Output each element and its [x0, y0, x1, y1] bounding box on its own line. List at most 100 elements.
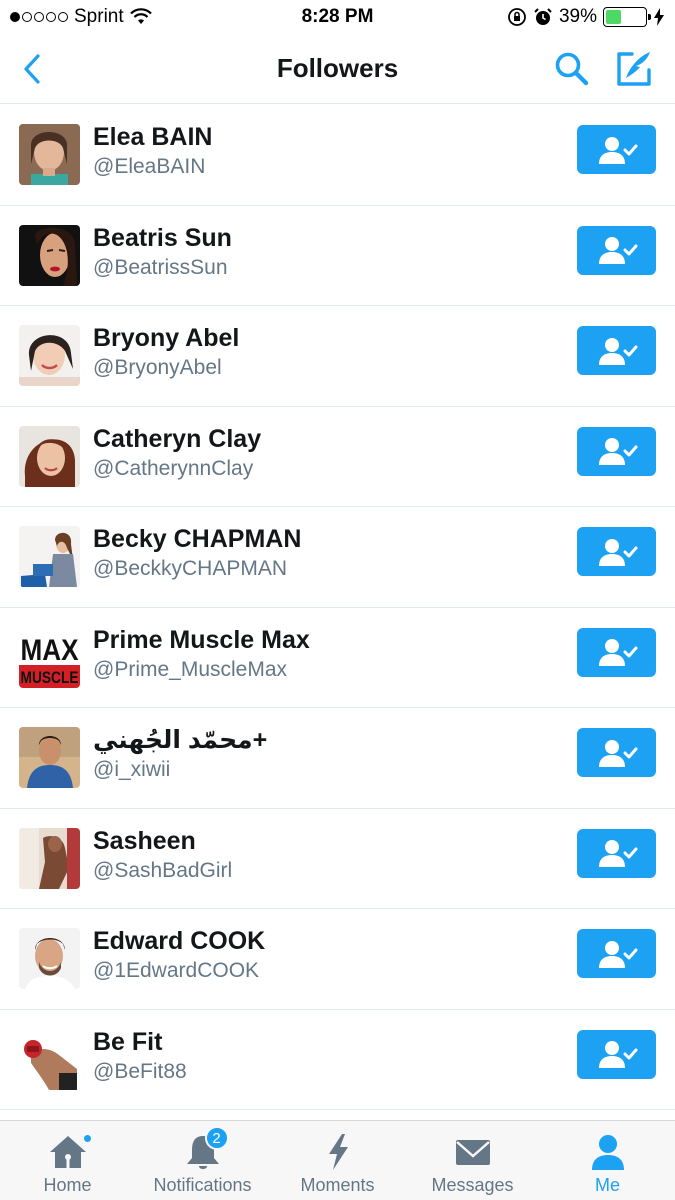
tab-notifications[interactable]: 2 Notifications [135, 1121, 270, 1200]
follower-row[interactable]: Bryony Abel @BryonyAbel [0, 306, 675, 407]
follower-handle[interactable]: @i_xiwii [93, 756, 267, 784]
user-check-icon [598, 438, 637, 465]
follower-names: Be Fit @BeFit88 [93, 1026, 187, 1086]
avatar[interactable] [19, 1028, 80, 1090]
avatar[interactable] [19, 425, 80, 487]
follower-handle[interactable]: @Prime_MuscleMax [93, 656, 310, 684]
search-button[interactable] [553, 50, 591, 88]
avatar[interactable] [19, 325, 80, 386]
person-icon [586, 1133, 630, 1171]
follower-row[interactable]: Beatris Sun @BeatrissSun [0, 206, 675, 306]
notification-count-badge: 2 [204, 1126, 229, 1150]
follower-handle[interactable]: @BeFit88 [93, 1058, 187, 1086]
follower-names: Elea BAIN @EleaBAIN [93, 121, 212, 181]
tab-label: Moments [300, 1175, 375, 1195]
following-button[interactable] [577, 225, 656, 275]
follower-names: Sasheen @SashBadGirl [93, 825, 232, 885]
following-button[interactable] [577, 627, 656, 677]
back-button[interactable] [14, 50, 50, 88]
follower-handle[interactable]: @EleaBAIN [93, 153, 212, 181]
home-icon [46, 1133, 93, 1171]
follower-handle[interactable]: @1EdwardCOOK [93, 957, 265, 985]
follower-handle[interactable]: @CatherynnClay [93, 455, 261, 483]
follower-display-name[interactable]: Bryony Abel [93, 322, 239, 354]
follower-display-name[interactable]: Catheryn Clay [93, 423, 261, 455]
follower-names: Edward COOK @1EdwardCOOK [93, 925, 265, 985]
user-check-icon [598, 1041, 637, 1068]
follower-names: Prime Muscle Max @Prime_MuscleMax [93, 624, 310, 684]
follower-display-name[interactable]: Prime Muscle Max [93, 624, 310, 656]
user-check-icon [598, 739, 637, 767]
follower-row[interactable]: Sasheen @SashBadGirl [0, 809, 675, 909]
chevron-left-icon [24, 54, 40, 84]
follower-display-name[interactable]: Elea BAIN [93, 121, 212, 153]
envelope-icon [451, 1133, 495, 1171]
tab-label: Messages [431, 1175, 514, 1195]
follower-display-name[interactable]: محمّد الجُهني+ [93, 724, 267, 756]
following-button[interactable] [577, 125, 656, 174]
follower-display-name[interactable]: Sasheen [93, 825, 232, 857]
battery-percent: 39% [558, 6, 597, 27]
logo-text-muscle: MUSCLE [21, 668, 79, 687]
unread-dot [81, 1133, 93, 1144]
follower-row[interactable]: MAX MUSCLE Prime Muscle Max @Prime_MuscleMa… [0, 608, 675, 708]
following-button[interactable] [577, 1029, 656, 1079]
tab-home[interactable]: Home [0, 1121, 135, 1200]
search-icon [555, 52, 589, 86]
user-check-icon [598, 940, 637, 968]
follower-handle[interactable]: @SashBadGirl [93, 857, 232, 885]
follower-display-name[interactable]: Becky CHAPMAN [93, 523, 301, 555]
following-button[interactable] [577, 828, 656, 878]
follower-display-name[interactable]: Beatris Sun [93, 222, 232, 254]
page-title: Followers [276, 53, 399, 83]
follower-row[interactable]: Catheryn Clay @CatherynnClay [0, 407, 675, 507]
tab-messages[interactable]: Messages [405, 1121, 540, 1200]
avatar[interactable] [19, 526, 80, 587]
alarm-icon [534, 8, 552, 25]
avatar[interactable]: MAX MUSCLE [19, 626, 80, 688]
avatar[interactable] [19, 224, 80, 286]
user-check-icon [598, 639, 637, 666]
avatar[interactable] [19, 124, 80, 185]
following-button[interactable] [577, 527, 656, 576]
follower-handle[interactable]: @BeatrissSun [93, 254, 232, 282]
signal-strength-icon [10, 12, 68, 22]
follower-names: محمّد الجُهني+ @i_xiwii [93, 724, 267, 784]
orientation-lock-icon [508, 8, 526, 26]
follower-handle[interactable]: @BryonyAbel [93, 354, 239, 382]
follower-handle[interactable]: @BeckkyCHAPMAN [93, 555, 301, 583]
follower-row[interactable]: محمّد الجُهني+ @i_xiwii [0, 708, 675, 809]
tab-bar: Home 2 Notifications Moments Messages Me [0, 1120, 675, 1200]
avatar[interactable] [19, 727, 80, 788]
tab-moments[interactable]: Moments [270, 1121, 405, 1200]
following-button[interactable] [577, 426, 656, 476]
follower-display-name[interactable]: Edward COOK [93, 925, 265, 957]
carrier-name: Sprint [74, 6, 124, 27]
user-check-icon [598, 237, 637, 264]
follower-row[interactable]: Becky CHAPMAN @BeckkyCHAPMAN [0, 507, 675, 608]
status-right: 39% [507, 6, 665, 28]
avatar[interactable] [19, 827, 80, 889]
status-bar: Sprint 8:28 PM 39% [0, 0, 675, 34]
logo-text-max: MAX [21, 634, 79, 667]
following-button[interactable] [577, 326, 656, 375]
charging-bolt-icon [654, 8, 664, 26]
follower-display-name[interactable]: Be Fit [93, 1026, 187, 1058]
follower-row[interactable]: Edward COOK @1EdwardCOOK [0, 909, 675, 1010]
wifi-icon [129, 8, 152, 24]
tab-me[interactable]: Me [540, 1121, 675, 1200]
compose-icon [617, 52, 651, 86]
following-button[interactable] [577, 728, 656, 777]
follower-row[interactable]: Be Fit @BeFit88 [0, 1010, 675, 1110]
lightning-icon [316, 1133, 360, 1171]
following-button[interactable] [577, 929, 656, 978]
follower-row[interactable]: Elea BAIN @EleaBAIN [0, 105, 675, 206]
avatar[interactable] [19, 928, 80, 989]
user-check-icon [598, 136, 637, 164]
tab-label: Home [43, 1175, 92, 1195]
follower-names: Bryony Abel @BryonyAbel [93, 322, 239, 382]
bell-icon: 2 [181, 1126, 229, 1171]
user-check-icon [598, 840, 637, 867]
compose-tweet-button[interactable] [612, 48, 654, 90]
battery-icon [603, 7, 651, 27]
